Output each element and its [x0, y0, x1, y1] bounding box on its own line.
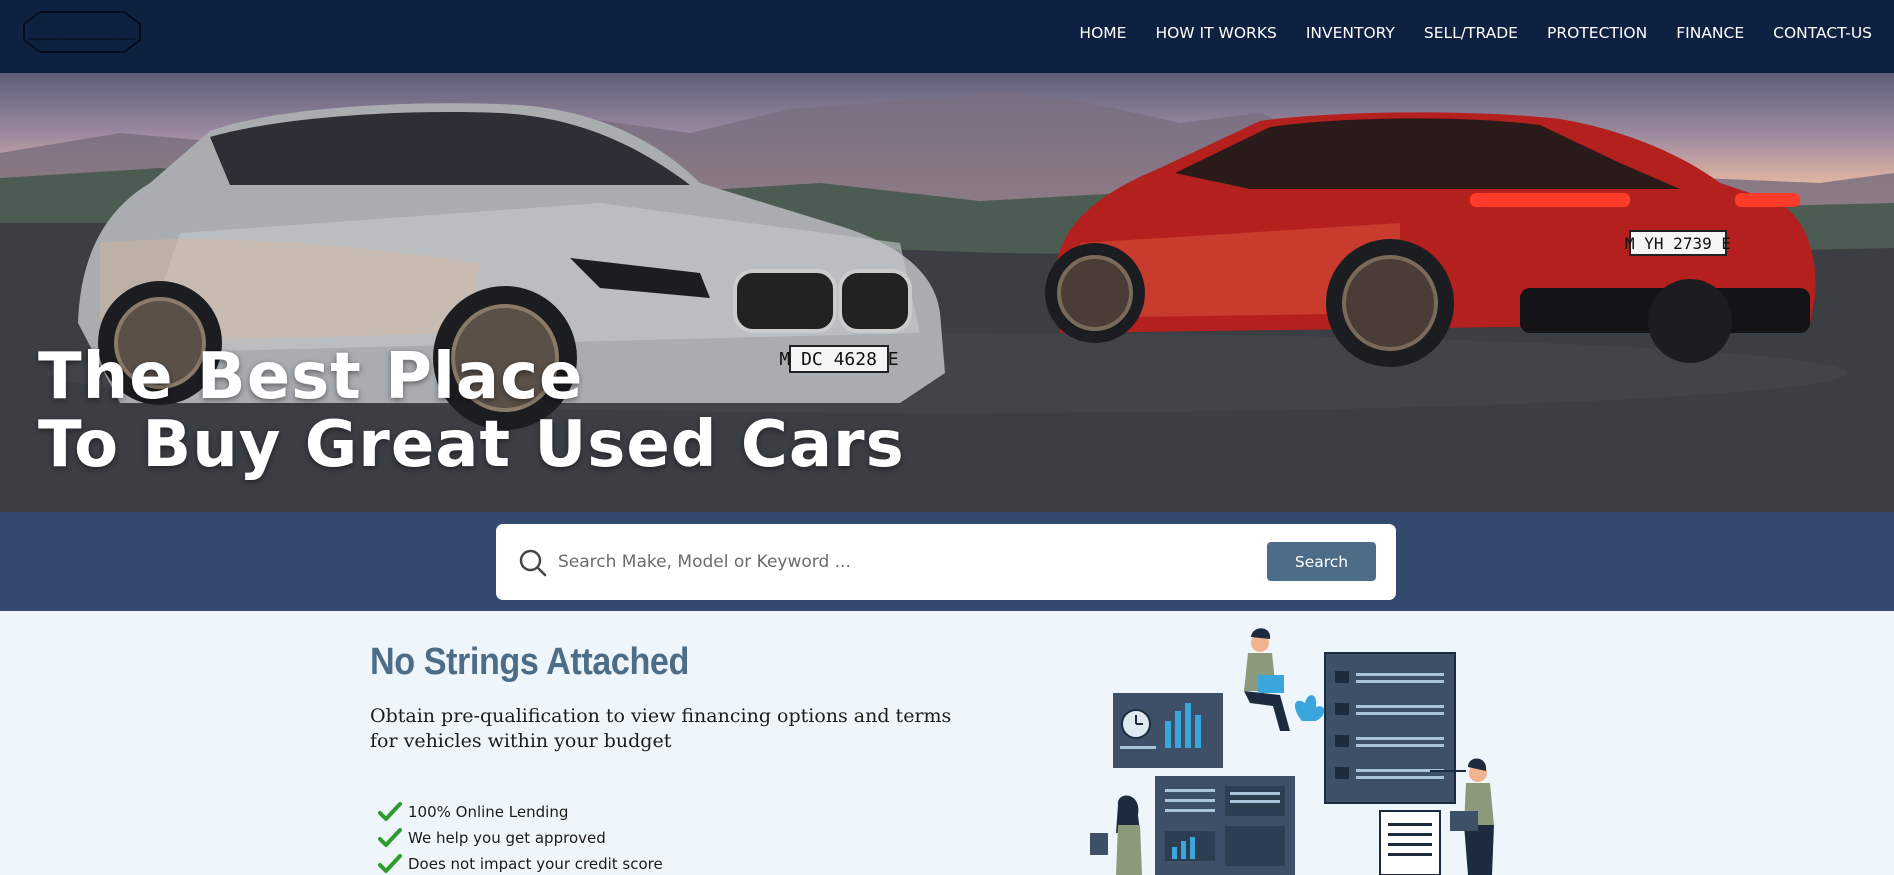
- hero-title: The Best Place To Buy Great Used Cars: [38, 343, 905, 479]
- search-band: Search: [0, 512, 1894, 611]
- nav-sell-trade[interactable]: SELL/TRADE: [1424, 24, 1518, 42]
- nav-inventory[interactable]: INVENTORY: [1306, 24, 1395, 42]
- feature-item: 100% Online Lending: [378, 799, 663, 825]
- feature-list: 100% Online Lending We help you get appr…: [378, 799, 663, 875]
- nav-protection[interactable]: PROTECTION: [1547, 24, 1647, 42]
- svg-text:M YH 2739 E: M YH 2739 E: [1625, 234, 1731, 253]
- search-input[interactable]: [558, 542, 1118, 582]
- search-button[interactable]: Search: [1267, 542, 1376, 581]
- hero-title-line2: To Buy Great Used Cars: [38, 408, 905, 482]
- feature-item: We help you get approved: [378, 825, 663, 851]
- checkmark-icon: [378, 828, 402, 847]
- nav-how-it-works[interactable]: HOW IT WORKS: [1155, 24, 1276, 42]
- search-box: Search: [496, 524, 1396, 600]
- hero-title-line1: The Best Place: [38, 340, 584, 414]
- brand-logo[interactable]: GLUX AUTOMOTIVE EST 2024: [18, 10, 146, 58]
- financing-section: No Strings Attached Obtain pre-qualifica…: [0, 611, 1894, 875]
- feature-item: Does not impact your credit score: [378, 851, 663, 875]
- feature-label: Does not impact your credit score: [408, 855, 663, 873]
- checkmark-icon: [378, 802, 402, 821]
- checkmark-icon: [378, 854, 402, 873]
- main-menu: HOME HOW IT WORKS INVENTORY SELL/TRADE P…: [1050, 0, 1872, 65]
- search-icon: [519, 549, 547, 577]
- top-navigation: GLUX AUTOMOTIVE EST 2024 HOME HOW IT WOR…: [0, 0, 1894, 73]
- section-description: Obtain pre-qualification to view financi…: [370, 705, 952, 752]
- nav-contact-us[interactable]: CONTACT-US: [1773, 24, 1872, 42]
- logo-text: GLUX AUTOMOTIVE: [35, 27, 129, 36]
- feature-label: 100% Online Lending: [408, 803, 569, 821]
- feature-label: We help you get approved: [408, 829, 606, 847]
- analytics-illustration: [1090, 628, 1494, 875]
- logo-subtext: EST 2024: [70, 43, 94, 49]
- hero-banner: M DC 4628 E M YH 2739 E The Best Place T…: [0, 73, 1894, 512]
- nav-home[interactable]: HOME: [1079, 24, 1126, 42]
- section-title: No Strings Attached: [370, 641, 689, 683]
- nav-finance[interactable]: FINANCE: [1676, 24, 1744, 42]
